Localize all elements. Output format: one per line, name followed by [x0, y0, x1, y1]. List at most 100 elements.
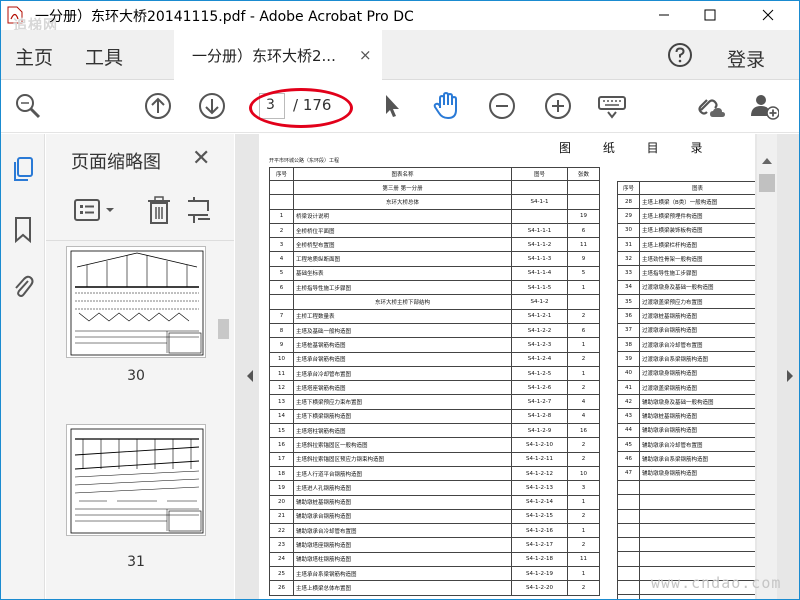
cell-code: S4-1-2-20 — [511, 580, 568, 596]
cell-code: S4-1-2-6 — [511, 380, 568, 396]
table-row: 12 主塔塔座钢筋构造图 S4-1-2-6 2 — [269, 380, 600, 396]
cell-sheets: 1 — [567, 523, 600, 539]
table-row — [617, 508, 755, 524]
cell-no: 7 — [269, 308, 294, 324]
cell-no — [617, 522, 640, 539]
menu-tools[interactable]: 工具 — [85, 43, 123, 70]
cell-name: 辅助墩承台钢筋构造图 — [293, 508, 512, 525]
minus-circle-icon — [489, 93, 515, 119]
cell-name: 主桥工程数量表 — [293, 308, 512, 324]
cell-code: S4-1-2-4 — [511, 351, 568, 367]
cell-name: 工程地质纵断面图 — [293, 251, 512, 267]
cell-sheets: 1 — [567, 365, 600, 382]
attachment-icon[interactable] — [11, 272, 35, 300]
pdf-page: 图 纸 目 录 开平市环城公路（东环段）工程 序号 图表名称 图号 张数 第三册… — [259, 134, 755, 599]
cell-name: 主塔进人孔钢筋构造图 — [293, 480, 512, 496]
page-thumbnail[interactable] — [66, 424, 206, 536]
share-link-button[interactable] — [695, 91, 725, 121]
cell-code: S4-1-2-18 — [511, 551, 568, 568]
login-button[interactable]: 登录 — [727, 45, 765, 72]
expand-right-icon[interactable] — [785, 369, 795, 383]
previous-page-button[interactable] — [143, 91, 173, 121]
thumbnails-scrollbar-thumb[interactable] — [218, 319, 229, 339]
cell-no: 11 — [269, 365, 294, 382]
tab-close-icon[interactable]: × — [359, 46, 372, 64]
drawing-index-table-continued: 序号 图表 28 主塔上横梁（B类）一般构造图 29 主塔上横梁预埋件构造图 30 主塔上横梁… — [617, 181, 755, 599]
table-row: 41 过渡墩盖梁钢筋构造图 — [617, 379, 755, 396]
cell-sheets: 5 — [567, 265, 600, 282]
help-icon[interactable] — [667, 42, 693, 68]
select-tool-button[interactable] — [377, 91, 407, 121]
table-row — [617, 479, 755, 496]
cell-sheets: 10 — [567, 465, 600, 482]
table-row: 28 主塔上横梁（B类）一般构造图 — [617, 193, 755, 210]
scroll-up-icon[interactable] — [761, 156, 773, 166]
cell-code: S4-1-2-8 — [511, 408, 568, 425]
cell-no: 14 — [269, 408, 294, 425]
cell-sheets: 2 — [567, 351, 600, 367]
header-sheets: 张数 — [567, 167, 600, 181]
zoom-in-button[interactable] — [543, 91, 573, 121]
page-thumbnail[interactable] — [66, 246, 206, 358]
next-page-button[interactable] — [197, 91, 227, 121]
cell-name — [639, 551, 755, 567]
cell-no: 3 — [269, 237, 294, 253]
table-row: 40 过渡墩墩身钢筋构造图 — [617, 365, 755, 381]
cell-sheets: 1 — [567, 566, 600, 582]
zoom-out-button[interactable] — [487, 91, 517, 121]
cell-sheets: 3 — [567, 480, 600, 496]
cell-sheets: 4 — [567, 408, 600, 425]
cell-no: 29 — [617, 208, 640, 224]
cell-no: 36 — [617, 308, 640, 324]
keyboard-button[interactable] — [597, 91, 627, 121]
table-row: 39 过渡墩承台系梁钢筋构造图 — [617, 351, 755, 367]
cursor-arrow-icon — [386, 95, 399, 117]
cell-code: S4-1-2-2 — [511, 322, 568, 339]
close-icon — [762, 9, 774, 21]
document-scrollbar-thumb[interactable] — [759, 174, 775, 192]
thumbnails-scrollbar[interactable] — [216, 250, 230, 599]
thumbnail-options-icon[interactable] — [74, 196, 124, 224]
cell-name: 主塔下横梁钢筋构造图 — [293, 408, 512, 425]
menu-home[interactable]: 主页 — [15, 43, 53, 70]
cell-code: S4-1-2-11 — [511, 451, 568, 467]
cell-name: 主塔指导性施工步骤图 — [639, 265, 755, 281]
cell-no: 33 — [617, 265, 640, 281]
cell-name: 辅助墩桩基钢筋构造图 — [639, 408, 755, 424]
minimize-button[interactable] — [641, 1, 687, 29]
cell-name: 主桥指导性施工步骤图 — [293, 280, 512, 296]
table-row: 46 辅助墩承台系梁钢筋构造图 — [617, 451, 755, 467]
tab-document[interactable]: 一分册）东环大桥2... × — [174, 30, 382, 80]
hand-tool-button[interactable] — [431, 91, 461, 121]
cell-no: 44 — [617, 422, 640, 439]
cell-code: S4-1-2-1 — [511, 308, 568, 324]
cell-no — [617, 580, 640, 596]
cell-code: S4-1-2 — [511, 294, 568, 310]
cell-name: 主塔上横梁栏杆构造图 — [639, 236, 755, 253]
drawing-index-table: 序号 图表名称 图号 张数 第三册 第一分册 东环大桥总体 S4-1-1 1 桥梁设计说… — [269, 167, 600, 596]
crop-page-icon[interactable] — [186, 195, 212, 225]
maximize-button[interactable] — [687, 1, 733, 29]
menu-bar: 主页 工具 一分册）东环大桥2... × 登录 — [1, 30, 799, 80]
trash-icon[interactable] — [146, 195, 172, 225]
close-window-button[interactable] — [745, 1, 791, 29]
collapse-left-icon[interactable] — [245, 369, 255, 383]
table-header-row: 序号 图表 — [617, 181, 755, 195]
acrobat-window: 追梯网 一分册）东环大桥20141115.pdf - Adobe Acrobat… — [0, 0, 800, 600]
zoom-search-button[interactable] — [13, 91, 43, 121]
window-title: 一分册）东环大桥20141115.pdf - Adobe Acrobat Pro… — [35, 9, 414, 25]
table-row: 7 主桥工程数量表 S4-1-2-1 2 — [269, 308, 600, 324]
add-user-button[interactable] — [749, 91, 779, 121]
cell-no: 42 — [617, 394, 640, 410]
panel-close-icon[interactable]: ✕ — [192, 146, 210, 171]
bookmark-icon[interactable] — [11, 216, 35, 244]
cell-no: 19 — [269, 480, 294, 496]
page-thumbnails-icon[interactable] — [11, 156, 35, 184]
document-scrollbar[interactable] — [757, 134, 777, 599]
cell-no: 17 — [269, 451, 294, 467]
table-row: 14 主塔下横梁钢筋构造图 S4-1-2-8 4 — [269, 408, 600, 425]
cell-no: 30 — [617, 222, 640, 238]
table-row: 35 过渡墩盖梁预应力布置图 — [617, 294, 755, 310]
cell-name: 主塔上横梁（B类）一般构造图 — [639, 193, 755, 210]
cell-name: 过渡墩盖梁钢筋构造图 — [639, 379, 755, 396]
